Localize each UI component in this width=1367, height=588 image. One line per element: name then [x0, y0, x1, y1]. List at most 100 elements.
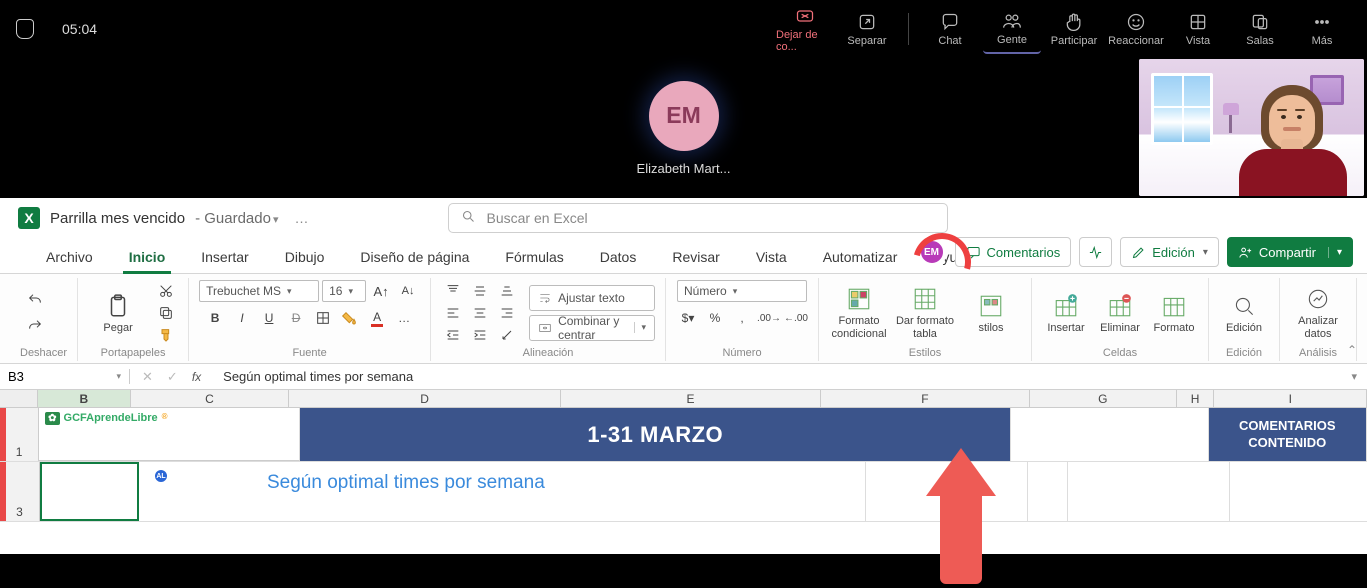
- redo-button[interactable]: [23, 316, 47, 336]
- activity-button[interactable]: [1079, 237, 1112, 267]
- spreadsheet-grid[interactable]: B C D E F G H I 1 ✿ GCFAprendeLibre® 1-3…: [0, 390, 1367, 522]
- insert-cells-button[interactable]: Insertar: [1042, 283, 1090, 343]
- font-overflow[interactable]: …: [392, 308, 416, 328]
- tab-automatizar[interactable]: Automatizar: [807, 243, 914, 273]
- merge-center-button[interactable]: Combinar y centrar ▾: [529, 315, 655, 341]
- dec-decimal-button[interactable]: ←.00: [784, 308, 808, 328]
- undo-button[interactable]: [23, 290, 47, 310]
- col-header-b[interactable]: B: [38, 390, 131, 407]
- tab-revisar[interactable]: Revisar: [656, 243, 735, 273]
- cell-c3-merged[interactable]: AL Según optimal times por semana: [139, 462, 866, 521]
- tab-insertar[interactable]: Insertar: [185, 243, 264, 273]
- expand-formula-bar[interactable]: ▾: [1341, 370, 1367, 383]
- chat-button[interactable]: Chat: [921, 4, 979, 54]
- title-overflow-icon[interactable]: …: [294, 210, 308, 226]
- col-header-e[interactable]: E: [561, 390, 821, 407]
- view-button[interactable]: Vista: [1169, 4, 1227, 54]
- align-left-button[interactable]: [441, 303, 465, 323]
- people-button[interactable]: Gente: [983, 4, 1041, 54]
- format-cells-button[interactable]: Formato: [1150, 283, 1198, 343]
- save-status[interactable]: - Guardado▾: [195, 210, 278, 227]
- underline-button[interactable]: U: [257, 308, 281, 328]
- conditional-format-button[interactable]: Formato condicional: [829, 283, 889, 343]
- indent-more-button[interactable]: [468, 325, 492, 345]
- excel-logo-icon: X: [18, 207, 40, 229]
- delete-cells-button[interactable]: Eliminar: [1096, 283, 1144, 343]
- bold-button[interactable]: B: [203, 308, 227, 328]
- italic-button[interactable]: I: [230, 308, 254, 328]
- font-color-button[interactable]: A: [365, 308, 389, 328]
- format-as-table-button[interactable]: Dar formato tabla: [895, 283, 955, 343]
- cell-g1[interactable]: [1011, 408, 1169, 461]
- copy-button[interactable]: [154, 303, 178, 323]
- cell-b1-logo[interactable]: ✿ GCFAprendeLibre®: [39, 408, 300, 461]
- indent-less-button[interactable]: [441, 325, 465, 345]
- react-button[interactable]: Reaccionar: [1107, 4, 1165, 54]
- tab-dibujo[interactable]: Dibujo: [269, 243, 341, 273]
- tab-diseno[interactable]: Diseño de página: [344, 243, 485, 273]
- self-camera[interactable]: [1139, 59, 1364, 196]
- percent-button[interactable]: %: [703, 308, 727, 328]
- cancel-formula-icon[interactable]: ✕: [142, 369, 153, 385]
- cell-styles-button[interactable]: stilos: [961, 283, 1021, 343]
- orientation-button[interactable]: [495, 325, 519, 345]
- align-top-button[interactable]: [441, 281, 465, 301]
- popout-button[interactable]: Separar: [838, 4, 896, 54]
- tab-vista[interactable]: Vista: [740, 243, 803, 273]
- align-middle-button[interactable]: [468, 281, 492, 301]
- accept-formula-icon[interactable]: ✓: [167, 369, 178, 385]
- fx-icon[interactable]: fx: [192, 370, 201, 384]
- cell-h3[interactable]: [1028, 462, 1068, 521]
- row-header-3[interactable]: 3: [0, 462, 40, 521]
- number-format-combo[interactable]: Número▾: [677, 280, 807, 302]
- cell-banner-i1[interactable]: COMENTARIOS CONTENIDO: [1209, 408, 1367, 461]
- cut-button[interactable]: [154, 281, 178, 301]
- col-header-h[interactable]: H: [1177, 390, 1215, 407]
- border-button[interactable]: [311, 308, 335, 328]
- cell-b3[interactable]: [40, 462, 139, 521]
- col-header-g[interactable]: G: [1030, 390, 1177, 407]
- paste-button[interactable]: Pegar: [88, 283, 148, 343]
- presence-badge[interactable]: EM: [917, 237, 947, 267]
- rooms-button[interactable]: Salas: [1231, 4, 1289, 54]
- comments-button[interactable]: Comentarios: [955, 237, 1072, 267]
- share-button[interactable]: Compartir ▾: [1227, 237, 1353, 267]
- cell-i3[interactable]: [1068, 462, 1230, 521]
- editing-group-button[interactable]: Edición: [1219, 283, 1269, 343]
- tab-formulas[interactable]: Fórmulas: [489, 243, 579, 273]
- cell-banner-main[interactable]: 1-31 MARZO: [300, 408, 1011, 461]
- col-header-i[interactable]: I: [1214, 390, 1367, 407]
- leave-meeting-button[interactable]: Dejar de co...: [776, 4, 834, 54]
- select-all-corner[interactable]: [0, 390, 38, 407]
- currency-button[interactable]: $▾: [676, 308, 700, 328]
- more-button[interactable]: Más: [1293, 4, 1351, 54]
- search-input[interactable]: Buscar en Excel: [448, 203, 948, 233]
- strike-button[interactable]: D: [284, 308, 308, 328]
- font-name-combo[interactable]: Trebuchet MS▾: [199, 280, 319, 302]
- wrap-text-button[interactable]: Ajustar texto: [529, 285, 655, 311]
- raise-hand-button[interactable]: Participar: [1045, 4, 1103, 54]
- align-center-button[interactable]: [468, 303, 492, 323]
- format-painter-button[interactable]: [154, 325, 178, 345]
- formula-input[interactable]: Según optimal times por semana: [213, 369, 1341, 384]
- cell-h1[interactable]: [1169, 408, 1208, 461]
- inc-decimal-button[interactable]: .00→: [757, 308, 781, 328]
- font-size-combo[interactable]: 16▾: [322, 280, 366, 302]
- analyze-data-button[interactable]: Analizar datos: [1290, 283, 1346, 343]
- shrink-font-button[interactable]: A↓: [396, 281, 420, 301]
- align-bottom-button[interactable]: [495, 281, 519, 301]
- fill-color-button[interactable]: [338, 308, 362, 328]
- name-box[interactable]: B3▾: [0, 369, 130, 384]
- tab-archivo[interactable]: Archivo: [30, 243, 109, 273]
- document-title[interactable]: Parrilla mes vencido: [50, 210, 185, 227]
- editing-mode-button[interactable]: Edición ▾: [1120, 237, 1219, 267]
- collapse-ribbon-button[interactable]: ⌃: [1347, 343, 1357, 357]
- tab-datos[interactable]: Datos: [584, 243, 653, 273]
- col-header-c[interactable]: C: [131, 390, 289, 407]
- comma-button[interactable]: ,: [730, 308, 754, 328]
- grow-font-button[interactable]: A↑: [369, 281, 393, 301]
- col-header-f[interactable]: F: [821, 390, 1030, 407]
- col-header-d[interactable]: D: [289, 390, 561, 407]
- align-right-button[interactable]: [495, 303, 519, 323]
- tab-inicio[interactable]: Inicio: [113, 243, 182, 273]
